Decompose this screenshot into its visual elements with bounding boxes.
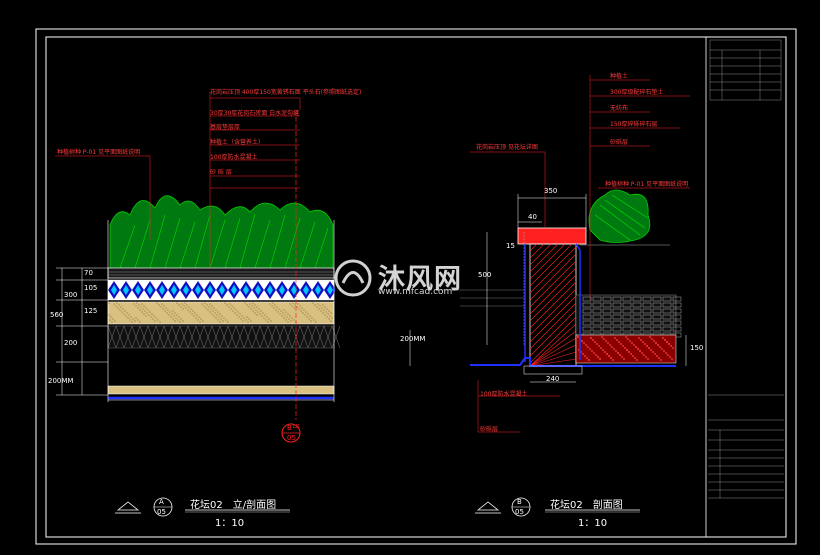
left-label-2: 30厚30厚花岗石砖面 白水泥勾缝 <box>210 110 300 117</box>
left-plant-label: 种植树种 P-01 见平面图纸说明 <box>57 149 141 156</box>
right-label-4: 150厚碎砾碎石层 <box>610 121 658 128</box>
right-bottom-label-2: 砂砾层 <box>480 426 499 433</box>
left-view-scale: 1：10 <box>215 518 245 529</box>
cap-stone <box>517 227 587 245</box>
left-callout-top: A <box>159 498 164 506</box>
right-bottom-label-1: 100厚防水混凝土 <box>480 391 528 398</box>
right-dim-350: 350 <box>544 187 558 195</box>
left-dim-70: 70 <box>84 269 93 277</box>
left-label-4: 种植土（含营养土） <box>210 139 265 146</box>
right-callout-bottom: 05 <box>515 508 524 516</box>
left-label-1: 花岗岩压顶 400厚150宽黄锈石面 平头石(参照图纸选定) <box>210 89 362 96</box>
sand-layer <box>107 301 335 325</box>
left-dim-300: 300 <box>64 291 78 299</box>
right-dim-15: 15 <box>506 242 515 250</box>
right-view-scale: 1：10 <box>578 518 608 529</box>
left-label-5: 100厚防水混凝土 <box>210 154 258 161</box>
left-section-mark-bottom: 05 <box>287 434 296 442</box>
right-label-2: 300厚级配碎石垫土 <box>610 89 664 96</box>
right-view-title: 花坛02 剖面图 <box>550 500 623 511</box>
left-dim-560: 560 <box>50 311 64 319</box>
right-label-1: 种植土 <box>610 73 629 80</box>
right-callout-top: B <box>517 498 522 506</box>
right-dim-40: 40 <box>528 213 537 221</box>
watermark-logo <box>334 259 372 297</box>
left-section-mark-mid: LD <box>293 424 300 430</box>
right-dim-150: 150 <box>690 344 704 352</box>
title-block-grid <box>708 39 784 499</box>
left-dim-125: 125 <box>84 307 98 315</box>
left-label-6: 砂 砾 层 <box>210 169 232 176</box>
left-label-3: 基层垫层厚 <box>210 124 241 131</box>
right-dim-240: 240 <box>546 375 560 383</box>
plant-mass <box>109 195 334 271</box>
tree <box>588 189 651 243</box>
right-label-5: 砂砾层 <box>610 139 629 146</box>
gravel-layer <box>575 334 677 364</box>
right-plant-label: 种植树种 P-01 见平面图纸说明 <box>605 181 689 188</box>
left-section-mark-top: B <box>287 424 292 432</box>
left-callout-bottom: 05 <box>157 508 166 516</box>
right-dim-500: 500 <box>478 271 492 279</box>
left-dim-200: 200 <box>64 339 78 347</box>
watermark-url: www.mfcad.com <box>378 287 453 297</box>
right-left-label: 花岗岩压顶 见花坛详图 <box>476 144 538 151</box>
left-view-title: 花坛02 立/剖面图 <box>190 500 277 511</box>
right-dim-200mm: 200MM <box>400 335 426 343</box>
left-dim-200mm: 200MM <box>48 377 74 385</box>
right-label-3: 无纺布 <box>610 105 629 112</box>
left-dim-105: 105 <box>84 284 98 292</box>
